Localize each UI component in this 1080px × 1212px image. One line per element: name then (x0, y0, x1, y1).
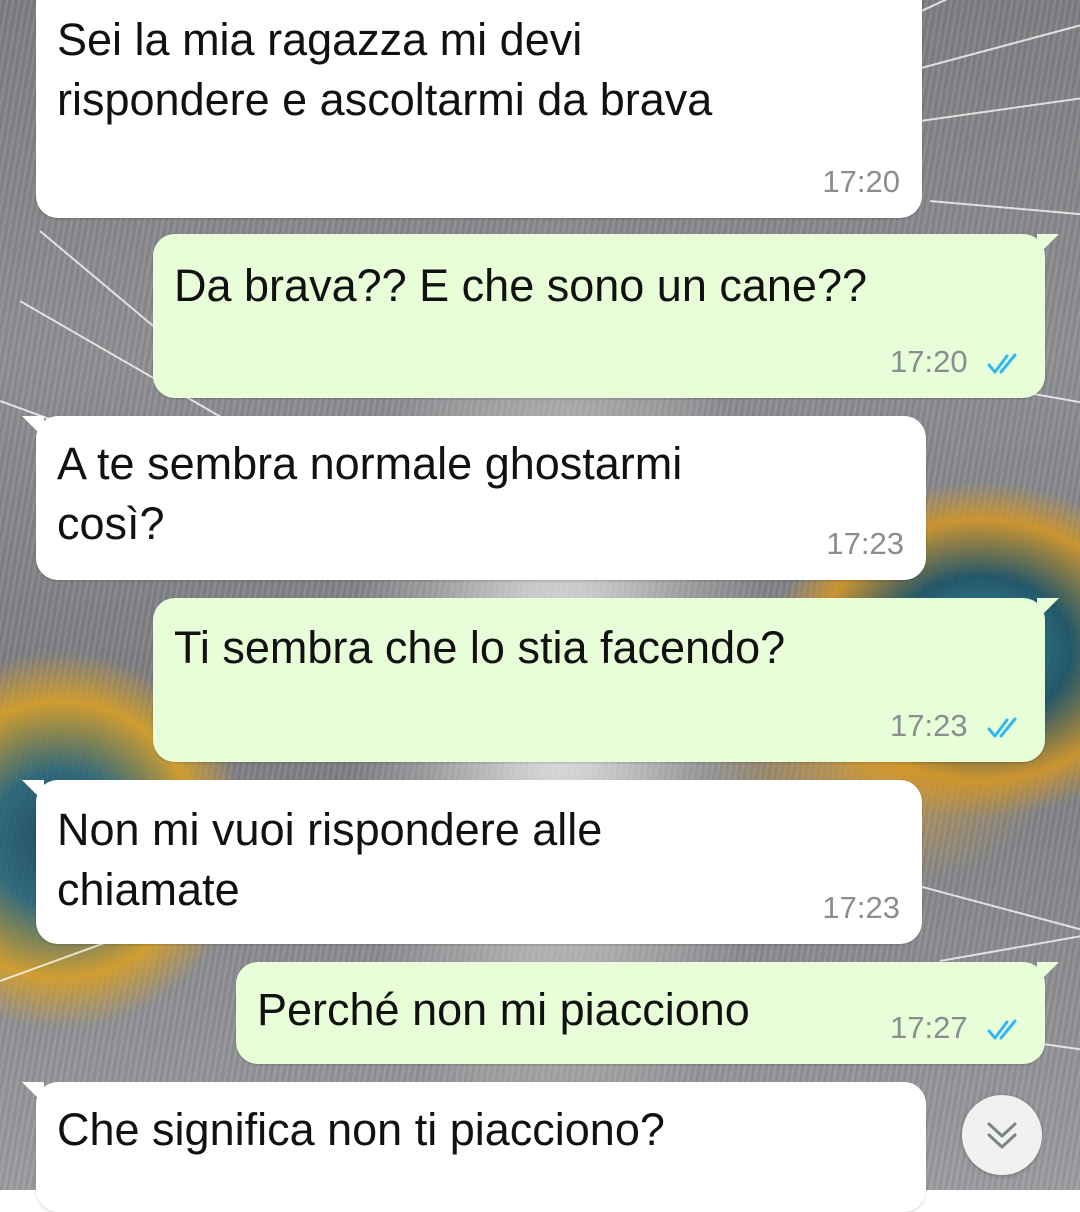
message-incoming[interactable]: Sei la mia ragazza mi devi rispondere e … (36, 0, 922, 218)
bubble-tail (1037, 234, 1059, 256)
message-outgoing[interactable]: Perché non mi piacciono 17:27 (236, 962, 1059, 1064)
message-text: Da brava?? E che sono un cane?? (174, 260, 867, 311)
read-receipt-icon (987, 1019, 1017, 1040)
message-time: 17:23 (826, 526, 904, 561)
read-receipt-icon (987, 717, 1017, 738)
message-incoming[interactable]: Non mi vuoi rispondere alle chiamate 17:… (22, 780, 922, 944)
message-time: 17:27 (890, 1010, 968, 1045)
message-time: 17:23 (890, 708, 968, 743)
bubble-tail (1037, 598, 1059, 620)
message-outgoing[interactable]: Ti sembra che lo stia facendo? 17:23 (153, 598, 1059, 762)
message-text: Che significa non ti piacciono? (57, 1104, 665, 1155)
message-text: Non mi vuoi rispondere alle chiamate (57, 804, 603, 915)
scroll-to-bottom-button[interactable] (962, 1095, 1042, 1175)
bubble-tail (22, 780, 44, 802)
double-chevron-down-icon (987, 1122, 1017, 1149)
message-incoming[interactable]: A te sembra normale ghostarmi così? 17:2… (22, 416, 926, 580)
bubble-tail (22, 1082, 44, 1104)
message-text: Ti sembra che lo stia facendo? (174, 622, 786, 673)
message-text: A te sembra normale ghostarmi così? (57, 438, 683, 549)
message-incoming[interactable]: Che significa non ti piacciono? (22, 1082, 926, 1212)
message-time: 17:23 (822, 890, 900, 925)
message-time: 17:20 (890, 344, 968, 379)
bubble-tail (1037, 962, 1059, 984)
message-text: Perché non mi piacciono (257, 984, 750, 1035)
message-time: 17:20 (822, 164, 900, 199)
read-receipt-icon (987, 353, 1017, 374)
bubble-tail (22, 416, 44, 438)
message-outgoing[interactable]: Da brava?? E che sono un cane?? 17:20 (153, 234, 1059, 398)
message-text: Sei la mia ragazza mi devi rispondere e … (57, 14, 713, 125)
